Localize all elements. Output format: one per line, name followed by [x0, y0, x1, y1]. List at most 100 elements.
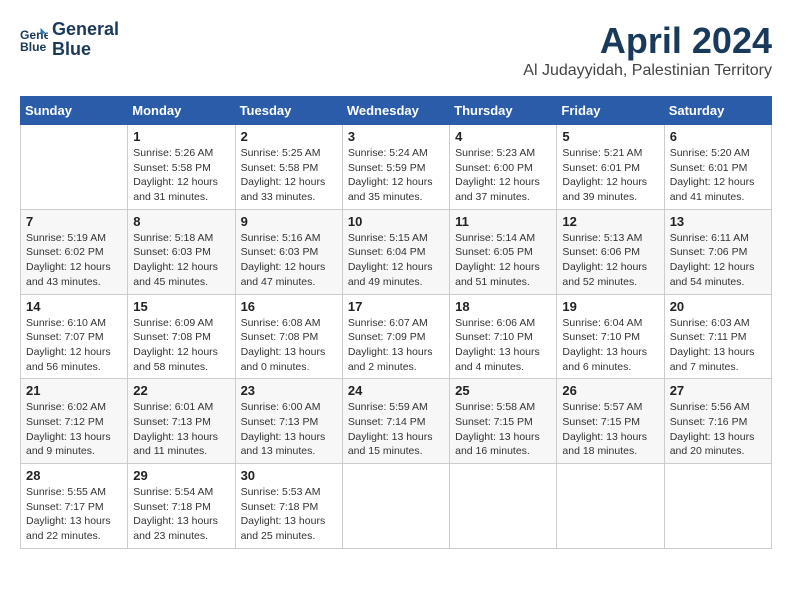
day-header-sunday: Sunday	[21, 97, 128, 125]
calendar-cell: 29 Sunrise: 5:54 AM Sunset: 7:18 PM Dayli…	[128, 464, 235, 549]
day-number: 21	[26, 383, 122, 398]
day-number: 16	[241, 299, 337, 314]
location-title: Al Judayyidah, Palestinian Territory	[523, 62, 772, 80]
cell-content: Sunrise: 5:25 AM Sunset: 5:58 PM Dayligh…	[241, 146, 337, 205]
calendar-week-row: 7Sunrise: 5:19 AM Sunset: 6:02 PM Daylig…	[21, 209, 772, 294]
day-number: 8	[133, 214, 229, 229]
cell-content: Sunrise: 6:10 AM Sunset: 7:07 PM Dayligh…	[26, 316, 122, 375]
calendar-cell: 1Sunrise: 5:26 AM Sunset: 5:58 PM Daylig…	[128, 125, 235, 210]
day-header-friday: Friday	[557, 97, 664, 125]
day-number: 13	[670, 214, 766, 229]
calendar-cell: 13 Sunrise: 6:11 AM Sunset: 7:06 PM Dayli…	[664, 209, 771, 294]
cell-content: Sunrise: 5:16 AM Sunset: 6:03 PM Dayligh…	[241, 231, 337, 290]
day-number: 12	[562, 214, 658, 229]
calendar-cell	[21, 125, 128, 210]
title-section: April 2024 Al Judayyidah, Palestinian Te…	[523, 20, 772, 80]
calendar-cell: 11Sunrise: 5:14 AM Sunset: 6:05 PM Dayli…	[450, 209, 557, 294]
day-number: 6	[670, 129, 766, 144]
day-number: 28	[26, 468, 122, 483]
calendar-cell: 25 Sunrise: 5:58 AM Sunset: 7:15 PM Dayli…	[450, 379, 557, 464]
calendar-week-row: 28 Sunrise: 5:55 AM Sunset: 7:17 PM Dayli…	[21, 464, 772, 549]
calendar-cell: 2 Sunrise: 5:25 AM Sunset: 5:58 PM Daylig…	[235, 125, 342, 210]
cell-content: Sunrise: 6:06 AM Sunset: 7:10 PM Dayligh…	[455, 316, 551, 375]
day-number: 19	[562, 299, 658, 314]
cell-content: Sunrise: 6:11 AM Sunset: 7:06 PM Dayligh…	[670, 231, 766, 290]
calendar-cell: 3Sunrise: 5:24 AM Sunset: 5:59 PM Daylig…	[342, 125, 449, 210]
day-number: 14	[26, 299, 122, 314]
cell-content: Sunrise: 5:26 AM Sunset: 5:58 PM Dayligh…	[133, 146, 229, 205]
day-number: 27	[670, 383, 766, 398]
day-number: 2	[241, 129, 337, 144]
calendar-cell	[664, 464, 771, 549]
calendar-cell: 4 Sunrise: 5:23 AM Sunset: 6:00 PM Daylig…	[450, 125, 557, 210]
cell-content: Sunrise: 5:23 AM Sunset: 6:00 PM Dayligh…	[455, 146, 551, 205]
calendar-cell: 22 Sunrise: 6:01 AM Sunset: 7:13 PM Dayli…	[128, 379, 235, 464]
day-number: 30	[241, 468, 337, 483]
day-number: 20	[670, 299, 766, 314]
calendar-cell	[342, 464, 449, 549]
day-number: 25	[455, 383, 551, 398]
day-number: 29	[133, 468, 229, 483]
cell-content: Sunrise: 5:53 AM Sunset: 7:18 PM Dayligh…	[241, 485, 337, 544]
cell-content: Sunrise: 6:02 AM Sunset: 7:12 PM Dayligh…	[26, 400, 122, 459]
calendar-cell	[557, 464, 664, 549]
calendar-cell: 24 Sunrise: 5:59 AM Sunset: 7:14 PM Dayli…	[342, 379, 449, 464]
calendar-cell: 5 Sunrise: 5:21 AM Sunset: 6:01 PM Daylig…	[557, 125, 664, 210]
cell-content: Sunrise: 5:54 AM Sunset: 7:18 PM Dayligh…	[133, 485, 229, 544]
calendar-table: SundayMondayTuesdayWednesdayThursdayFrid…	[20, 96, 772, 549]
day-header-monday: Monday	[128, 97, 235, 125]
calendar-cell: 23 Sunrise: 6:00 AM Sunset: 7:13 PM Dayli…	[235, 379, 342, 464]
day-number: 9	[241, 214, 337, 229]
cell-content: Sunrise: 5:56 AM Sunset: 7:16 PM Dayligh…	[670, 400, 766, 459]
day-header-wednesday: Wednesday	[342, 97, 449, 125]
calendar-cell: 6 Sunrise: 5:20 AM Sunset: 6:01 PM Daylig…	[664, 125, 771, 210]
calendar-cell: 21 Sunrise: 6:02 AM Sunset: 7:12 PM Dayli…	[21, 379, 128, 464]
calendar-cell	[450, 464, 557, 549]
day-number: 23	[241, 383, 337, 398]
day-header-saturday: Saturday	[664, 97, 771, 125]
calendar-cell: 15 Sunrise: 6:09 AM Sunset: 7:08 PM Dayli…	[128, 294, 235, 379]
day-number: 10	[348, 214, 444, 229]
cell-content: Sunrise: 6:09 AM Sunset: 7:08 PM Dayligh…	[133, 316, 229, 375]
cell-content: Sunrise: 6:03 AM Sunset: 7:11 PM Dayligh…	[670, 316, 766, 375]
calendar-cell: 16 Sunrise: 6:08 AM Sunset: 7:08 PM Dayli…	[235, 294, 342, 379]
calendar-cell: 17Sunrise: 6:07 AM Sunset: 7:09 PM Dayli…	[342, 294, 449, 379]
calendar-week-row: 14 Sunrise: 6:10 AM Sunset: 7:07 PM Dayli…	[21, 294, 772, 379]
cell-content: Sunrise: 5:59 AM Sunset: 7:14 PM Dayligh…	[348, 400, 444, 459]
logo: General Blue General Blue	[20, 20, 119, 60]
calendar-cell: 14 Sunrise: 6:10 AM Sunset: 7:07 PM Dayli…	[21, 294, 128, 379]
calendar-cell: 8Sunrise: 5:18 AM Sunset: 6:03 PM Daylig…	[128, 209, 235, 294]
cell-content: Sunrise: 5:58 AM Sunset: 7:15 PM Dayligh…	[455, 400, 551, 459]
cell-content: Sunrise: 6:00 AM Sunset: 7:13 PM Dayligh…	[241, 400, 337, 459]
calendar-cell: 26 Sunrise: 5:57 AM Sunset: 7:15 PM Dayli…	[557, 379, 664, 464]
calendar-cell: 30 Sunrise: 5:53 AM Sunset: 7:18 PM Dayli…	[235, 464, 342, 549]
cell-content: Sunrise: 5:21 AM Sunset: 6:01 PM Dayligh…	[562, 146, 658, 205]
cell-content: Sunrise: 6:04 AM Sunset: 7:10 PM Dayligh…	[562, 316, 658, 375]
calendar-week-row: 1Sunrise: 5:26 AM Sunset: 5:58 PM Daylig…	[21, 125, 772, 210]
calendar-cell: 19 Sunrise: 6:04 AM Sunset: 7:10 PM Dayli…	[557, 294, 664, 379]
cell-content: Sunrise: 5:15 AM Sunset: 6:04 PM Dayligh…	[348, 231, 444, 290]
calendar-cell: 10 Sunrise: 5:15 AM Sunset: 6:04 PM Dayli…	[342, 209, 449, 294]
day-number: 15	[133, 299, 229, 314]
calendar-cell: 28 Sunrise: 5:55 AM Sunset: 7:17 PM Dayli…	[21, 464, 128, 549]
day-number: 26	[562, 383, 658, 398]
day-number: 11	[455, 214, 551, 229]
cell-content: Sunrise: 5:55 AM Sunset: 7:17 PM Dayligh…	[26, 485, 122, 544]
day-number: 22	[133, 383, 229, 398]
month-title: April 2024	[523, 20, 772, 62]
day-number: 5	[562, 129, 658, 144]
day-number: 24	[348, 383, 444, 398]
day-number: 7	[26, 214, 122, 229]
logo-text: General Blue	[52, 20, 119, 60]
day-number: 4	[455, 129, 551, 144]
cell-content: Sunrise: 6:01 AM Sunset: 7:13 PM Dayligh…	[133, 400, 229, 459]
calendar-header-row: SundayMondayTuesdayWednesdayThursdayFrid…	[21, 97, 772, 125]
calendar-week-row: 21 Sunrise: 6:02 AM Sunset: 7:12 PM Dayli…	[21, 379, 772, 464]
page-header: General Blue General Blue April 2024 Al …	[20, 20, 772, 80]
cell-content: Sunrise: 5:57 AM Sunset: 7:15 PM Dayligh…	[562, 400, 658, 459]
calendar-cell: 7Sunrise: 5:19 AM Sunset: 6:02 PM Daylig…	[21, 209, 128, 294]
calendar-cell: 18Sunrise: 6:06 AM Sunset: 7:10 PM Dayli…	[450, 294, 557, 379]
cell-content: Sunrise: 5:20 AM Sunset: 6:01 PM Dayligh…	[670, 146, 766, 205]
cell-content: Sunrise: 6:08 AM Sunset: 7:08 PM Dayligh…	[241, 316, 337, 375]
day-header-thursday: Thursday	[450, 97, 557, 125]
